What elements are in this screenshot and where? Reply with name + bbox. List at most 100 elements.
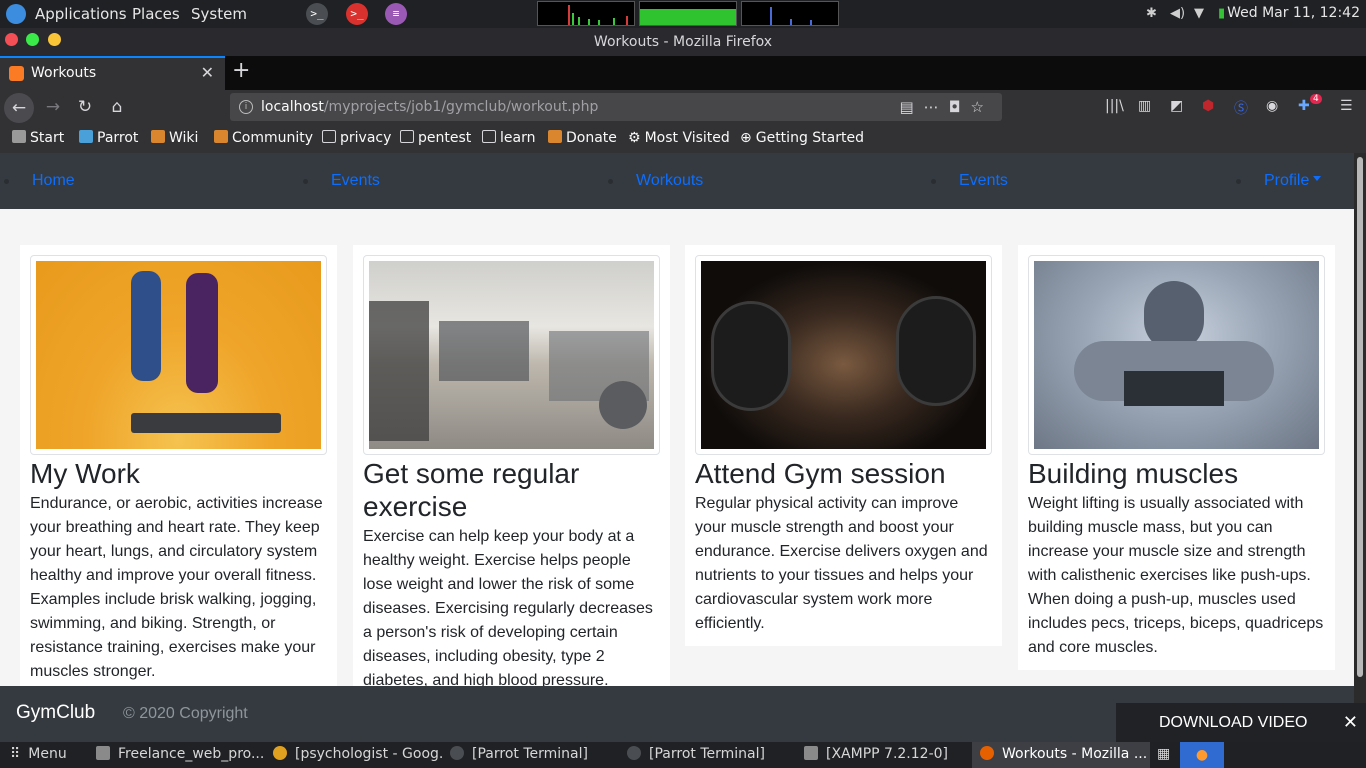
navigation-toolbar: ← → ↻ ⌂ i localhost/myprojects/job1/gymc… [0,90,1366,124]
extension-s-icon[interactable]: Ⓢ [1234,98,1248,118]
taskbar-item-firefox[interactable]: Workouts - Mozilla ... [980,746,1146,762]
tab-workouts[interactable]: Workouts ✕ [0,56,225,90]
terminal-launcher-icon[interactable]: >_ [306,3,328,25]
new-tab-button[interactable]: + [232,58,250,83]
taskbar-item-label: [Parrot Terminal] [649,746,765,762]
taskbar-item-freelance[interactable]: Freelance_web_pro... [96,746,266,762]
applications-menu[interactable]: Applications [35,5,127,23]
nav-profile-dropdown[interactable]: Profile [1235,172,1322,190]
close-tab-icon[interactable]: ✕ [201,58,214,88]
wifi-icon[interactable]: ▼ [1194,6,1204,21]
cpu-monitor-graph [537,1,635,26]
account-icon[interactable]: ◉ [1266,98,1278,114]
grid-menu-icon: ⠿ [10,746,21,762]
gear-icon: ⚙ [628,130,641,146]
download-video-bar[interactable]: DOWNLOAD VIDEO ✕ [1116,703,1366,742]
library-icon[interactable]: |||\ [1105,98,1124,114]
scrollbar-thumb[interactable] [1357,157,1363,677]
terminal-icon [450,746,464,760]
bookmark-folder-pentest[interactable]: pentest [400,130,471,146]
close-window-button[interactable] [5,33,18,46]
footer-brand[interactable]: GymClub [16,702,95,724]
bookmark-label: Community [232,130,314,146]
extension-icon[interactable]: ◩ [1170,98,1183,114]
root-terminal-launcher-icon[interactable]: >_ [346,3,368,25]
hamburger-menu-icon[interactable]: ☰ [1340,98,1353,114]
site-info-icon[interactable]: i [239,100,253,114]
taskbar-item-chrome[interactable]: [psychologist - Goog... [273,746,443,762]
profile-label: Profile [1264,172,1310,189]
bookmark-parrot[interactable]: Parrot [79,130,138,146]
bluetooth-icon[interactable]: ✱ [1146,6,1157,21]
bookmark-label: learn [500,130,536,146]
reload-button[interactable]: ↻ [72,95,98,119]
web-page: Home Events Workouts Events Profile My W… [0,153,1354,686]
home-button[interactable]: ⌂ [104,95,130,119]
ublock-icon[interactable]: ⬢ [1202,98,1214,114]
footer-copyright: © 2020 Copyright [123,705,248,722]
system-menu[interactable]: System [191,5,247,23]
card-title: My Work [30,458,140,489]
bookmark-label: Donate [566,130,617,146]
page-scrollbar[interactable] [1354,153,1366,686]
url-bar[interactable]: i localhost/myprojects/job1/gymclub/work… [230,93,1002,121]
folder-icon [96,746,110,760]
bookmark-donate[interactable]: Donate [548,130,617,146]
bookmark-page-icon [548,130,562,143]
workout-card: Get some regular exercise Exercise can h… [353,245,670,686]
page-actions-icon[interactable]: ⋯ [924,98,949,116]
sidebar-icon[interactable]: ▥ [1138,98,1151,114]
dumbbell-press-image [701,261,986,449]
nav-workouts-link[interactable]: Workouts [607,172,703,190]
window-title: Workouts - Mozilla Firefox [593,34,773,50]
nav-events-link-2[interactable]: Events [931,172,1008,190]
nav-home-link[interactable]: Home [4,172,75,190]
folder-icon [400,130,414,143]
parrot-logo-icon[interactable] [6,4,26,24]
tab-strip: Workouts ✕ + [0,56,1366,90]
close-icon[interactable]: ✕ [1343,703,1358,742]
volume-icon[interactable]: ◀) [1170,6,1185,21]
text-editor-launcher-icon[interactable]: ≡ [385,3,407,25]
bookmark-community[interactable]: Community [214,130,313,146]
pocket-icon[interactable]: ◘ [949,98,971,116]
card-text: Weight lifting is usually associated wit… [1028,495,1324,656]
bookmark-getting-started[interactable]: ⊕ Getting Started [740,130,864,146]
forward-button[interactable]: → [40,95,66,119]
bottom-taskbar: ⠿ Menu Freelance_web_pro... [psychologist… [0,742,1366,768]
maximize-window-button[interactable] [26,33,39,46]
minimize-window-button[interactable] [48,33,61,46]
card-image-frame [695,255,992,455]
bookmark-start[interactable]: Start [12,130,64,146]
taskbar-item-terminal-1[interactable]: [Parrot Terminal] [450,746,620,762]
bookmark-star-icon[interactable]: ☆ [971,98,994,116]
card-image-frame [1028,255,1325,455]
taskbar-item-terminal-2[interactable]: [Parrot Terminal] [627,746,797,762]
nav-events-link[interactable]: Events [303,172,380,190]
taskbar-menu-button[interactable]: ⠿ Menu [10,746,67,762]
taskbar-item-label: [XAMPP 7.2.12-0] [826,746,948,762]
notification-badge: 4 [1310,94,1322,104]
terminal-icon [627,746,641,760]
download-video-label: DOWNLOAD VIDEO [1159,714,1308,731]
chrome-icon [273,746,287,760]
window-titlebar: Workouts - Mozilla Firefox [0,28,1366,56]
workspace-switcher-icon[interactable]: ▦ [1157,746,1170,762]
extension-puzzle-icon[interactable]: ✚ [1298,98,1310,114]
bookmark-page-icon [214,130,228,143]
taskbar-item-label: Workouts - Mozilla ... [1002,746,1146,762]
clock[interactable]: Wed Mar 11, 12:42 [1227,5,1360,21]
taskbar-item-label: Freelance_web_pro... [118,746,265,762]
reader-view-icon[interactable]: ▤ [899,98,923,116]
taskbar-item-xampp[interactable]: [XAMPP 7.2.12-0] [804,746,972,762]
places-menu[interactable]: Places [132,5,180,23]
bookmark-wiki[interactable]: Wiki [151,130,198,146]
bookmark-folder-privacy[interactable]: privacy [322,130,391,146]
battery-icon[interactable]: ▮ [1218,6,1225,21]
bookmark-folder-learn[interactable]: learn [482,130,535,146]
bookmark-most-visited[interactable]: ⚙ Most Visited [628,130,730,146]
aerobics-step-image [36,261,321,449]
back-button[interactable]: ← [4,93,34,123]
workspace-firefox-indicator[interactable]: ● [1180,742,1224,768]
card-text: Regular physical activity can improve yo… [695,495,988,632]
